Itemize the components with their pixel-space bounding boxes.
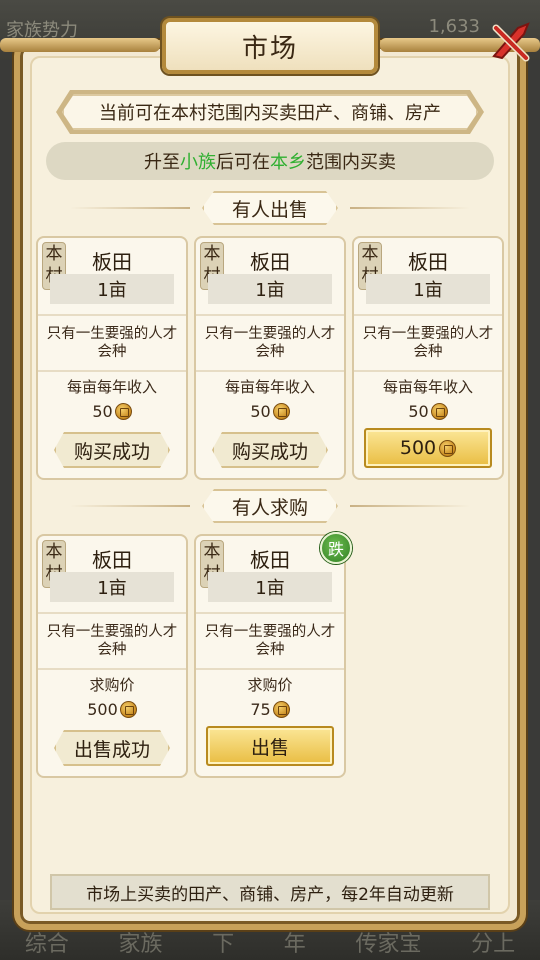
page-title: 市场 xyxy=(241,33,298,64)
upgrade-suffix: 范围内买卖 xyxy=(306,152,396,173)
upgrade-middle: 后可在 xyxy=(216,152,270,173)
price-amount: 75 xyxy=(250,699,271,719)
market-scope-info: 当前可在本村范围内买卖田产、商铺、房产 xyxy=(62,94,478,130)
section-buying-title: 有人求购 xyxy=(202,489,338,523)
item-quantity: 1亩 xyxy=(50,572,174,602)
upgrade-prefix: 升至 xyxy=(144,152,180,173)
bid-label: 求购价 xyxy=(89,676,135,694)
close-button[interactable] xyxy=(488,18,534,64)
item-name: 板田 xyxy=(250,548,290,572)
refresh-note: 市场上买卖的田产、商铺、房产，每2年自动更新 xyxy=(50,874,490,910)
item-quantity: 1亩 xyxy=(50,274,174,304)
bid-label: 求购价 xyxy=(247,676,293,694)
nav-item: 下 xyxy=(212,932,235,957)
upgrade-scope: 本乡 xyxy=(270,152,306,173)
income-label: 每亩每年收入 xyxy=(224,378,315,396)
item-description: 只有一生要强的人才会种 xyxy=(354,314,502,372)
upgrade-rank: 小族 xyxy=(180,152,216,173)
coin-icon xyxy=(272,700,290,718)
item-name: 板田 xyxy=(92,250,132,274)
sale-done-button[interactable]: 出售成功 xyxy=(54,730,170,766)
income-value: 50 xyxy=(354,400,502,422)
price-amount: 50 xyxy=(408,401,429,421)
frame-ornament-left xyxy=(0,38,160,52)
income-value: 50 xyxy=(38,400,186,422)
income-label: 每亩每年收入 xyxy=(382,378,473,396)
coin-icon xyxy=(430,402,448,420)
nav-item: 分上 xyxy=(471,932,516,957)
price-amount: 50 xyxy=(250,401,271,421)
buy-request-card: 跌 本村 板田 1亩 只有一生要强的人才会种 求购价 75 出售 xyxy=(194,532,352,778)
buy-button[interactable]: 500 xyxy=(364,428,492,468)
item-description: 只有一生要强的人才会种 xyxy=(38,612,186,670)
divider xyxy=(350,207,470,209)
divider xyxy=(70,505,190,507)
nav-item: 传家宝 xyxy=(355,932,422,957)
title-plaque: 市场 xyxy=(162,18,378,74)
item-quantity: 1亩 xyxy=(208,274,332,304)
sell-listing-card: 本村 板田 1亩 只有一生要强的人才会种 每亩每年收入 50 购买成功 xyxy=(194,236,346,480)
coin-icon xyxy=(114,402,132,420)
sell-button[interactable]: 出售 xyxy=(206,726,334,766)
income-value: 50 xyxy=(196,400,344,422)
item-description: 只有一生要强的人才会种 xyxy=(196,612,344,670)
close-icon xyxy=(492,22,530,62)
nav-item: 综合 xyxy=(24,932,69,957)
nav-item: 家族 xyxy=(118,932,163,957)
item-quantity: 1亩 xyxy=(366,274,490,304)
item-name: 板田 xyxy=(92,548,132,572)
divider xyxy=(70,207,190,209)
item-description: 只有一生要强的人才会种 xyxy=(196,314,344,372)
nav-item: 年 xyxy=(283,932,306,957)
upgrade-hint: 升至 小族 后可在 本乡 范围内买卖 xyxy=(46,142,494,180)
section-selling-header: 有人出售 xyxy=(70,190,470,226)
coin-icon xyxy=(272,402,290,420)
item-name: 板田 xyxy=(250,250,290,274)
market-panel-inner xyxy=(30,56,510,914)
item-quantity: 1亩 xyxy=(208,572,332,602)
price-amount: 50 xyxy=(92,401,113,421)
purchase-done-button[interactable]: 购买成功 xyxy=(54,432,170,468)
bid-value: 75 xyxy=(196,698,344,720)
coin-icon xyxy=(119,700,137,718)
income-label: 每亩每年收入 xyxy=(66,378,157,396)
sell-listing-card: 本村 板田 1亩 只有一生要强的人才会种 每亩每年收入 50 500 xyxy=(352,236,504,480)
divider xyxy=(350,505,470,507)
coin-icon xyxy=(439,439,457,457)
item-description: 只有一生要强的人才会种 xyxy=(38,314,186,372)
section-selling-title: 有人出售 xyxy=(202,191,338,225)
bid-value: 500 xyxy=(38,698,186,720)
background-currency: 1,633 xyxy=(428,16,480,37)
price-amount: 500 xyxy=(87,699,118,719)
section-buying-header: 有人求购 xyxy=(70,488,470,524)
item-name: 板田 xyxy=(408,250,448,274)
buy-price: 500 xyxy=(399,437,437,459)
purchase-done-button[interactable]: 购买成功 xyxy=(212,432,328,468)
sell-listing-card: 本村 板田 1亩 只有一生要强的人才会种 每亩每年收入 50 购买成功 xyxy=(36,236,188,480)
buy-request-card: 本村 板田 1亩 只有一生要强的人才会种 求购价 500 出售成功 xyxy=(36,534,188,778)
